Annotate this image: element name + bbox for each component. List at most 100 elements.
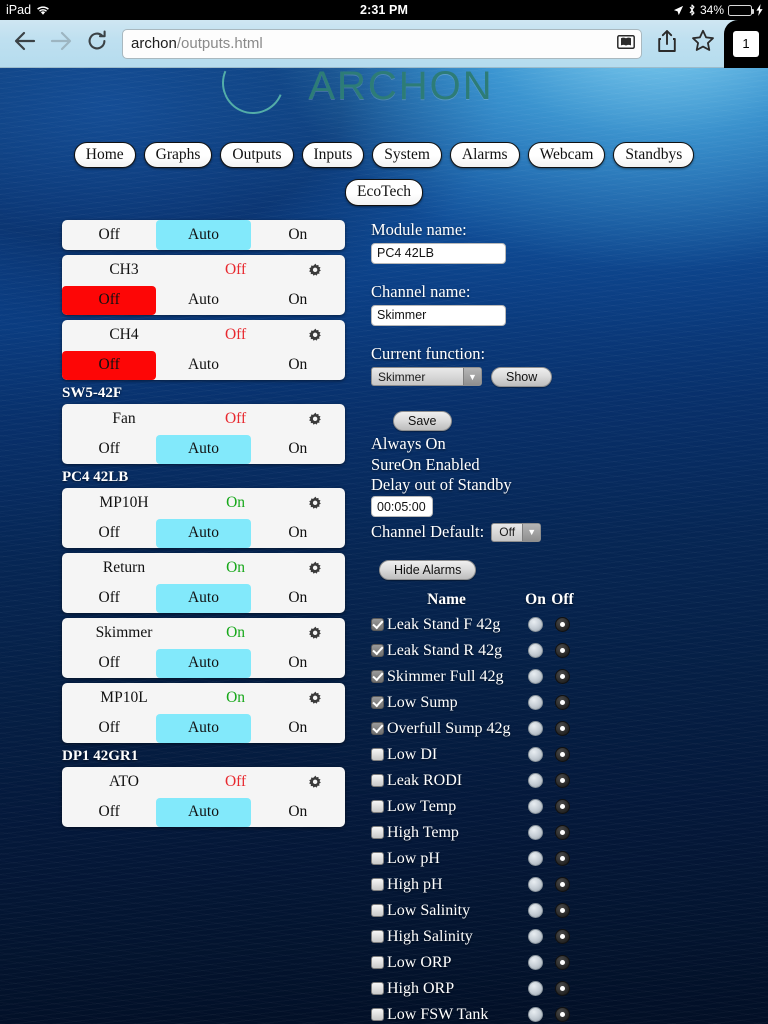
current-function-select[interactable]: Skimmer ▼ [371,367,482,387]
channel-mode-on-button[interactable]: On [251,798,345,827]
url-bar[interactable]: archon/outputs.html [122,28,642,59]
channel-mode-on-button[interactable]: On [251,435,345,464]
alarm-enable-checkbox[interactable] [371,670,384,684]
bookmark-button[interactable] [686,27,720,61]
gear-icon[interactable] [287,561,343,576]
alarm-enable-checkbox[interactable] [371,722,384,736]
nav-item-inputs[interactable]: Inputs [301,142,365,169]
channel-mode-auto-button[interactable]: Auto [156,518,251,548]
channel-mode-auto-button[interactable]: Auto [156,713,251,743]
alarm-on-radio[interactable] [528,1007,543,1023]
hide-alarms-button[interactable]: Hide Alarms [379,559,477,580]
channel-mode-off-button[interactable]: Off [62,649,156,678]
channel-mode-off-button[interactable]: Off [62,435,156,464]
channel-name-input[interactable] [371,304,506,326]
alarm-on-radio[interactable] [528,981,543,997]
nav-item-standbys[interactable]: Standbys [613,142,695,169]
channel-mode-off-button[interactable]: Off [62,285,157,315]
channel-default-select[interactable]: Off ▼ [491,522,542,542]
gear-icon[interactable] [287,691,343,706]
channel-mode-off-button[interactable]: Off [62,519,156,548]
alarm-off-radio[interactable] [555,799,570,815]
channel-mode-auto-button[interactable]: Auto [156,648,251,678]
nav-item-alarms[interactable]: Alarms [449,142,520,169]
alarm-enable-checkbox[interactable] [371,930,384,944]
alarm-enable-checkbox[interactable] [371,878,384,892]
alarm-on-radio[interactable] [528,617,543,633]
module-name-input[interactable] [371,242,506,264]
alarm-on-radio[interactable] [528,799,543,815]
alarm-off-radio[interactable] [555,695,570,711]
nav-item-graphs[interactable]: Graphs [143,142,213,169]
channel-mode-off-button[interactable]: Off [62,714,156,743]
nav-item-ecotech[interactable]: EcoTech [345,179,423,206]
alarm-enable-checkbox[interactable] [371,748,384,762]
nav-item-system[interactable]: System [372,142,442,169]
nav-item-webcam[interactable]: Webcam [527,142,606,169]
channel-mode-auto-button[interactable]: Auto [156,351,250,380]
share-button[interactable] [650,27,684,61]
channel-mode-auto-button[interactable]: Auto [156,434,251,464]
alarm-on-radio[interactable] [528,747,543,763]
reader-view-icon[interactable] [617,34,635,53]
channel-mode-on-button[interactable]: On [251,519,345,548]
save-button[interactable]: Save [393,410,452,431]
alarm-off-radio[interactable] [555,1007,570,1023]
alarm-enable-checkbox[interactable] [371,800,384,814]
nav-item-outputs[interactable]: Outputs [220,142,294,169]
channel-mode-on-button[interactable]: On [251,584,345,613]
tab-count-button[interactable]: 1 [724,19,768,68]
alarm-off-radio[interactable] [555,669,570,685]
alarm-on-radio[interactable] [528,955,543,971]
alarm-off-radio[interactable] [555,903,570,919]
alarm-enable-checkbox[interactable] [371,696,384,710]
channel-mode-off-button[interactable]: Off [62,350,157,380]
alarm-enable-checkbox[interactable] [371,1008,384,1022]
alarm-enable-checkbox[interactable] [371,774,384,788]
alarm-on-radio[interactable] [528,877,543,893]
alarm-on-radio[interactable] [528,929,543,945]
alarm-off-radio[interactable] [555,617,570,633]
forward-button[interactable] [44,27,78,61]
gear-icon[interactable] [287,775,343,790]
alarm-off-radio[interactable] [555,721,570,737]
show-button[interactable]: Show [491,366,553,387]
nav-item-home[interactable]: Home [73,142,136,169]
alarm-enable-checkbox[interactable] [371,982,384,996]
alarm-on-radio[interactable] [528,695,543,711]
channel-mode-on-button[interactable]: On [251,714,345,743]
reload-button[interactable] [80,27,114,61]
channel-mode-auto-button[interactable]: Auto [156,286,250,315]
channel-mode-auto-button[interactable]: Auto [156,219,251,250]
alarm-on-radio[interactable] [528,903,543,919]
channel-mode-on-button[interactable]: On [251,649,345,678]
gear-icon[interactable] [287,328,343,343]
alarm-off-radio[interactable] [555,643,570,659]
channel-mode-on-button[interactable]: On [251,220,345,250]
alarm-on-radio[interactable] [528,773,543,789]
channel-mode-on-button[interactable]: On [251,286,345,315]
alarm-off-radio[interactable] [555,747,570,763]
alarm-on-radio[interactable] [528,721,543,737]
alarm-off-radio[interactable] [555,929,570,945]
alarm-enable-checkbox[interactable] [371,852,384,866]
alarm-off-radio[interactable] [555,851,570,867]
alarm-enable-checkbox[interactable] [371,956,384,970]
alarm-off-radio[interactable] [555,773,570,789]
channel-mode-auto-button[interactable]: Auto [156,583,251,613]
alarm-on-radio[interactable] [528,669,543,685]
alarm-off-radio[interactable] [555,955,570,971]
channel-mode-auto-button[interactable]: Auto [156,797,251,827]
channel-mode-off-button[interactable]: Off [62,584,156,613]
alarm-on-radio[interactable] [528,643,543,659]
alarm-on-radio[interactable] [528,825,543,841]
alarm-enable-checkbox[interactable] [371,904,384,918]
gear-icon[interactable] [287,412,343,427]
alarm-off-radio[interactable] [555,981,570,997]
alarm-enable-checkbox[interactable] [371,826,384,840]
alarm-off-radio[interactable] [555,877,570,893]
channel-mode-on-button[interactable]: On [251,351,345,380]
alarm-enable-checkbox[interactable] [371,644,384,658]
back-button[interactable] [8,27,42,61]
gear-icon[interactable] [287,263,343,278]
